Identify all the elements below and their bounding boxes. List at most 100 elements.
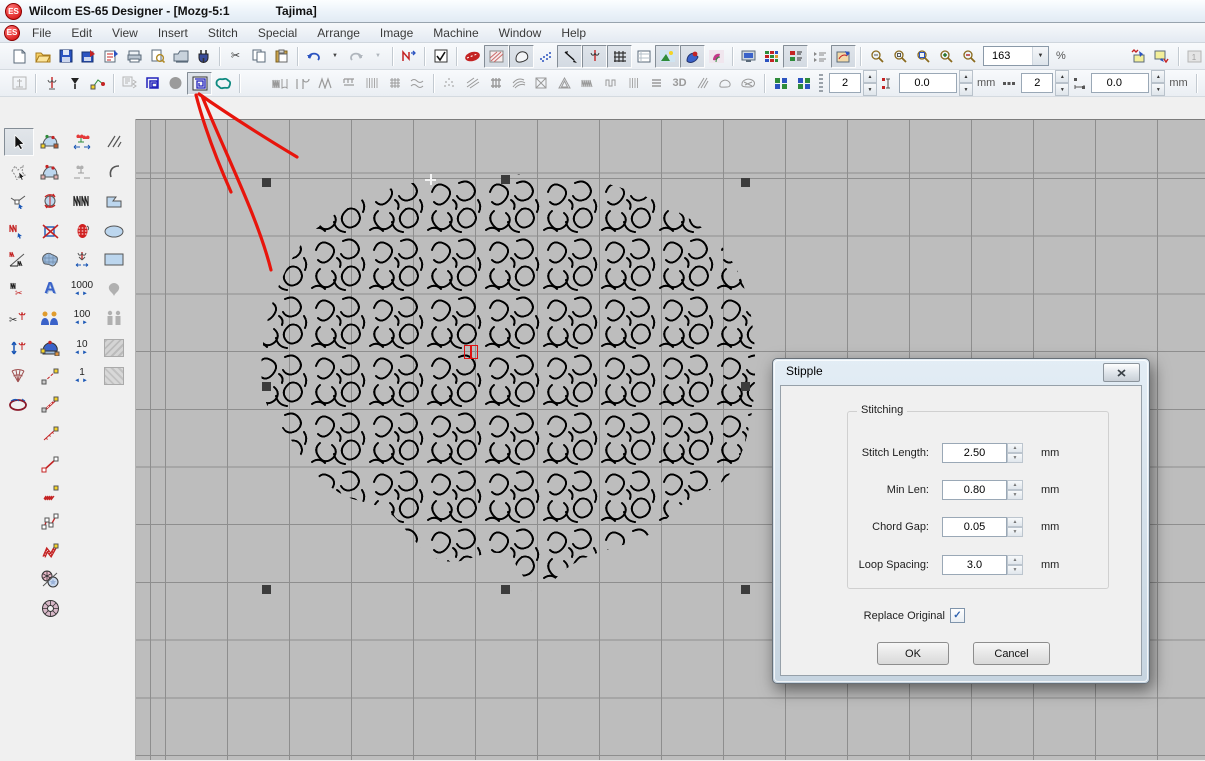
zigzag-input-tool[interactable] (68, 188, 96, 214)
zoom-combobox-dropdown-icon[interactable]: ▼ (1032, 47, 1048, 65)
loop-spacing-input[interactable]: 3.0 (942, 555, 1007, 575)
machine-connection-icon[interactable] (192, 46, 215, 67)
document-system-menu-icon[interactable]: ES (4, 25, 20, 41)
penetration-point-icon[interactable] (63, 73, 86, 94)
scale-100-tool[interactable]: 100◄► (68, 305, 96, 331)
underlay-count-spinner[interactable]: 2 (829, 73, 861, 93)
selection-handle-w[interactable] (262, 382, 271, 391)
motif-run-input-tool[interactable] (36, 421, 64, 447)
toolbar-grip[interactable] (819, 74, 823, 92)
underlay-length-spinner[interactable]: 0.0 (899, 73, 957, 93)
loop-spacing-spinner[interactable]: ▲▼ (1007, 555, 1023, 575)
open-design-icon[interactable] (31, 46, 54, 67)
selection-handle-n[interactable] (501, 175, 510, 184)
cut-needle-tool[interactable]: ✂ (4, 305, 32, 331)
zoom-in-icon[interactable] (934, 46, 957, 67)
cut-icon[interactable]: ✂ (224, 46, 247, 67)
ellipse-tool[interactable] (100, 218, 128, 244)
selection-handle-e[interactable] (741, 382, 750, 391)
design-properties-icon[interactable] (100, 46, 123, 67)
motif-run-icon[interactable] (141, 73, 164, 94)
stipple-run-icon[interactable] (187, 72, 212, 95)
fill-blob-tool[interactable] (36, 246, 64, 272)
stitch-list-icon[interactable] (808, 46, 831, 67)
show-grid-icon[interactable] (607, 45, 632, 68)
show-needle-points-icon[interactable] (582, 45, 607, 68)
thread-colors-icon[interactable] (760, 46, 783, 67)
rectangle-tool[interactable] (100, 246, 128, 272)
scale-1000-tool[interactable]: 1000◄► (68, 276, 96, 302)
measure-tool[interactable] (4, 335, 32, 361)
satin-line-tool[interactable] (36, 538, 64, 564)
scale-1-tool[interactable]: 1◄► (68, 363, 96, 389)
show-vectors-icon[interactable] (680, 45, 705, 68)
selection-handle-sw[interactable] (262, 585, 271, 594)
print-preview-icon[interactable] (146, 46, 169, 67)
selection-handle-nw[interactable] (262, 178, 271, 187)
dialog-close-button[interactable] (1103, 363, 1140, 382)
run-count-spinner[interactable]: 2 (1021, 73, 1053, 93)
convert-object-icon[interactable] (397, 46, 420, 67)
show-hoop-icon[interactable] (632, 46, 655, 67)
zoom-1to1-icon[interactable] (888, 46, 911, 67)
overview-window-icon[interactable] (831, 45, 856, 68)
run-spacing-arrows[interactable]: ▲▼ (1151, 70, 1165, 96)
selection-handle-se[interactable] (741, 585, 750, 594)
show-picture-icon[interactable] (655, 45, 680, 68)
buttonhole-tool[interactable] (36, 566, 64, 592)
print-icon[interactable] (123, 46, 146, 67)
zoom-out-icon[interactable] (957, 46, 980, 67)
redo-icon[interactable] (345, 46, 368, 67)
zoom-previous-icon[interactable] (865, 46, 888, 67)
show-artistic-view-icon[interactable] (484, 45, 509, 68)
menu-machine[interactable]: Machine (423, 25, 488, 41)
color-object-list-icon[interactable] (783, 45, 808, 68)
min-len-spinner[interactable]: ▲▼ (1007, 480, 1023, 500)
cancel-button[interactable]: Cancel (973, 642, 1050, 665)
mirror-merge-v-icon[interactable] (792, 73, 815, 94)
save-to-machine-icon[interactable] (77, 46, 100, 67)
menu-window[interactable]: Window (489, 25, 552, 41)
stitch-length-spinner[interactable]: ▲▼ (1007, 443, 1023, 463)
mirror-merge-h-icon[interactable] (769, 73, 792, 94)
vertex-select-tool[interactable] (4, 188, 32, 214)
zoom-box-icon[interactable] (911, 46, 934, 67)
scale-10-tool[interactable]: 10◄► (68, 335, 96, 361)
new-design-icon[interactable] (8, 46, 31, 67)
satin-oval-tool[interactable] (68, 218, 96, 244)
center-design-icon[interactable] (1201, 73, 1205, 94)
selection-handle-s[interactable] (501, 585, 510, 594)
run-count-arrows[interactable]: ▲▼ (1055, 70, 1069, 96)
reshape-object-tool[interactable] (36, 128, 64, 154)
backtrack-run-tool[interactable] (36, 508, 64, 534)
complex-shape-tool[interactable] (100, 188, 128, 214)
ok-button[interactable]: OK (877, 642, 949, 665)
paste-icon[interactable] (270, 46, 293, 67)
circle-object-icon[interactable] (164, 73, 187, 94)
triple-run-tool[interactable] (36, 391, 64, 417)
menu-stitch[interactable]: Stitch (198, 25, 248, 41)
show-outlines-icon[interactable] (509, 45, 534, 68)
receive-from-machine-icon[interactable] (1151, 46, 1174, 67)
stitch-edit-tool[interactable] (4, 218, 32, 244)
cap-frame-tool[interactable] (36, 335, 64, 361)
menu-insert[interactable]: Insert (148, 25, 198, 41)
menu-help[interactable]: Help (551, 25, 596, 41)
reshape-fill-tool[interactable] (36, 158, 64, 184)
reshape-node-icon[interactable] (86, 73, 109, 94)
min-len-input[interactable]: 0.80 (942, 480, 1007, 500)
polygon-select-tool[interactable] (4, 158, 32, 184)
underlay-length-arrows[interactable]: ▲▼ (959, 70, 973, 96)
underlay-count-arrows[interactable]: ▲▼ (863, 70, 877, 96)
remove-overlaps-tool[interactable] (36, 218, 64, 244)
penetrations-tool[interactable] (100, 128, 128, 154)
menu-arrange[interactable]: Arrange (307, 25, 370, 41)
stitch-machine-icon[interactable] (169, 46, 192, 67)
copy-icon[interactable] (247, 46, 270, 67)
chord-gap-input[interactable]: 0.05 (942, 517, 1007, 537)
show-background-icon[interactable] (705, 46, 728, 67)
save-design-icon[interactable] (54, 46, 77, 67)
needle-entry-icon[interactable] (40, 73, 63, 94)
chord-gap-spinner[interactable]: ▲▼ (1007, 517, 1023, 537)
eyelet-tool[interactable] (36, 595, 64, 621)
